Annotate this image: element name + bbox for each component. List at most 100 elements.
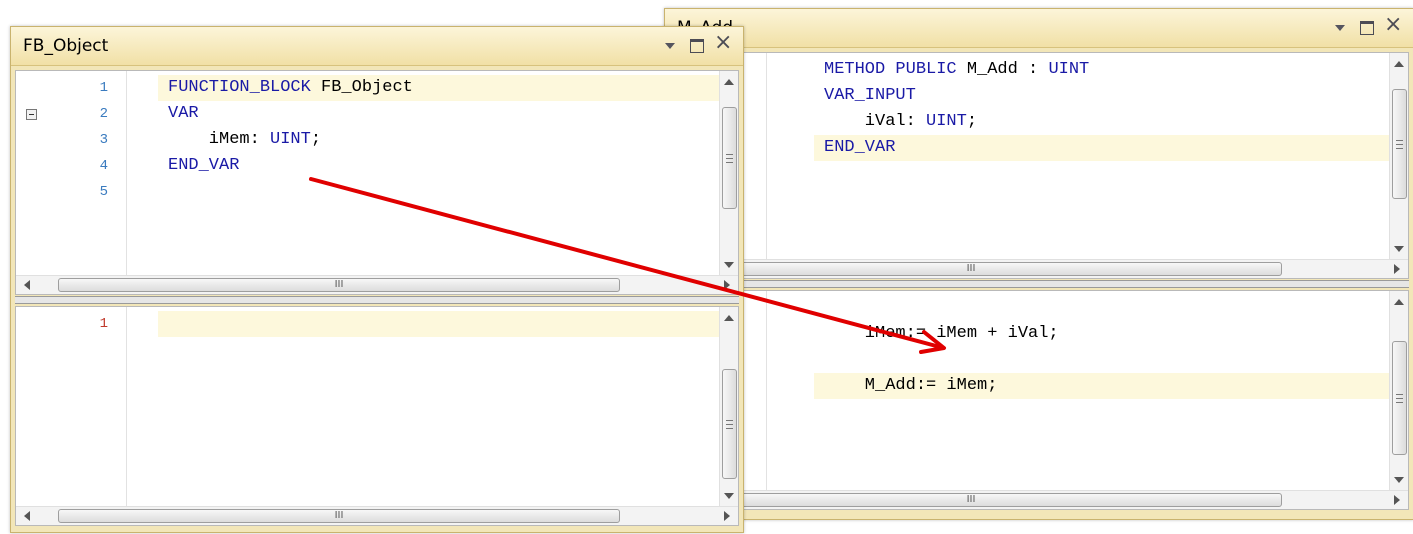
horizontal-scroll-thumb[interactable]: III	[670, 493, 1282, 507]
code-text: iMem:= iMem + iVal;	[824, 324, 1059, 343]
code-keyword: FUNCTION_BLOCK	[168, 78, 311, 97]
code-text: M_Add :	[956, 60, 1049, 79]
line-number: 1	[99, 80, 108, 96]
horizontal-scrollbar[interactable]: III	[670, 259, 1408, 278]
code-line[interactable]: END_VAR	[158, 153, 719, 179]
horizontal-scroll-thumb[interactable]: III	[58, 278, 620, 292]
line-number-gutter	[16, 307, 126, 507]
code-line[interactable]: METHOD PUBLIC M_Add : UINT	[814, 57, 1389, 83]
line-number: 5	[99, 184, 108, 200]
code-keyword: VAR	[168, 104, 199, 123]
code-line[interactable]	[158, 179, 719, 205]
vertical-scroll-thumb[interactable]	[1392, 341, 1407, 455]
scroll-right-arrow-icon[interactable]	[1394, 495, 1400, 505]
function-block-editor-title-bar[interactable]: FB_Object ×	[11, 27, 743, 66]
vertical-scrollbar[interactable]	[719, 71, 738, 276]
fold-collapse-icon[interactable]	[26, 109, 37, 120]
code-keyword: VAR_INPUT	[824, 86, 916, 105]
window-title: FB_Object	[23, 36, 109, 56]
implementation-editor[interactable]: 1 III	[15, 306, 739, 526]
vertical-scrollbar[interactable]	[1389, 53, 1408, 260]
vertical-scrollbar[interactable]	[1389, 291, 1408, 491]
scroll-grip	[1396, 148, 1403, 149]
code-line[interactable]: iVal: UINT;	[814, 109, 1389, 135]
code-keyword: END_VAR	[824, 138, 896, 157]
code-text: ;	[310, 130, 322, 149]
scroll-grip	[1396, 140, 1403, 141]
code-line[interactable]	[158, 311, 719, 337]
scroll-grip	[1396, 398, 1403, 399]
close-icon[interactable]: ×	[713, 32, 733, 55]
declaration-editor[interactable]: 1 FUNCTION_BLOCK FB_Object 2 VAR 3 iMem: UIN…	[15, 70, 739, 295]
code-text: ;	[966, 112, 978, 131]
vertical-scrollbar[interactable]	[719, 307, 738, 507]
implementation-editor[interactable]: 12 iMem:= iMem + iVal;34 M_Add:= iMem;II…	[669, 290, 1409, 510]
code-keyword: UINT	[270, 130, 311, 149]
scroll-grip	[726, 162, 733, 163]
line-number: 3	[99, 132, 108, 148]
scroll-grip	[726, 154, 733, 155]
scroll-grip	[726, 428, 733, 429]
code-line[interactable]	[814, 347, 1389, 373]
gutter-separator	[766, 291, 767, 491]
scroll-grip	[726, 158, 733, 159]
scroll-up-arrow-icon[interactable]	[1394, 299, 1404, 305]
function-block-editor-window: FB_Object × 1 FUNCTION_BLOCK FB_Object 2 VA…	[10, 26, 744, 533]
scroll-grip	[1396, 394, 1403, 395]
code-keyword: UINT	[926, 112, 967, 131]
scroll-grip	[1396, 402, 1403, 403]
vertical-scroll-thumb[interactable]	[1392, 89, 1407, 199]
code-line[interactable]: iMem: UINT;	[158, 127, 719, 153]
code-keyword: METHOD PUBLIC	[824, 60, 957, 79]
gutter-separator	[126, 307, 127, 507]
scroll-up-arrow-icon[interactable]	[724, 79, 734, 85]
code-keyword: UINT	[1048, 60, 1090, 79]
scroll-left-arrow-icon[interactable]	[24, 511, 30, 521]
code-line[interactable]: iMem:= iMem + iVal;	[814, 321, 1389, 347]
scroll-grip	[726, 424, 733, 425]
window-menu-dropdown-icon[interactable]	[1330, 17, 1350, 37]
scroll-down-arrow-icon[interactable]	[724, 262, 734, 268]
method-editor-window: M_Add × 1METHOD PUBLIC M_Add : UINT2VAR_…	[664, 8, 1413, 520]
declaration-editor[interactable]: 1METHOD PUBLIC M_Add : UINT2VAR_INPUT3 i…	[669, 52, 1409, 279]
code-text: iMem:	[168, 130, 271, 149]
horizontal-scroll-thumb[interactable]: III	[58, 509, 620, 523]
scroll-right-arrow-icon[interactable]	[1394, 264, 1400, 274]
maximize-icon[interactable]	[687, 35, 707, 55]
scroll-right-arrow-icon[interactable]	[724, 511, 730, 521]
code-line[interactable]: VAR	[158, 101, 719, 127]
scroll-up-arrow-icon[interactable]	[724, 315, 734, 321]
scroll-up-arrow-icon[interactable]	[1394, 61, 1404, 67]
scroll-grip	[726, 420, 733, 421]
horizontal-scrollbar[interactable]: III	[670, 490, 1408, 509]
editor-splitter[interactable]	[15, 296, 739, 304]
line-number: 4	[99, 158, 108, 174]
scroll-left-arrow-icon[interactable]	[24, 280, 30, 290]
line-number: 1	[99, 316, 108, 332]
code-line[interactable]: END_VAR	[814, 135, 1389, 161]
horizontal-scroll-thumb[interactable]: III	[670, 262, 1282, 276]
scroll-right-arrow-icon[interactable]	[724, 280, 730, 290]
close-icon[interactable]: ×	[1383, 14, 1403, 37]
window-menu-dropdown-icon[interactable]	[660, 35, 680, 55]
editor-splitter[interactable]	[669, 280, 1409, 288]
vertical-scroll-thumb[interactable]	[722, 107, 737, 209]
code-line[interactable]	[814, 295, 1389, 321]
code-keyword: END_VAR	[168, 156, 240, 175]
scroll-down-arrow-icon[interactable]	[1394, 477, 1404, 483]
code-text: M_Add:= iMem;	[824, 376, 998, 395]
scroll-grip	[1396, 144, 1403, 145]
code-text: iVal:	[824, 112, 927, 131]
scroll-down-arrow-icon[interactable]	[724, 493, 734, 499]
horizontal-scrollbar[interactable]: III	[16, 275, 738, 294]
horizontal-scrollbar[interactable]: III	[16, 506, 738, 525]
code-line[interactable]: M_Add:= iMem;	[814, 373, 1389, 399]
scroll-down-arrow-icon[interactable]	[1394, 246, 1404, 252]
gutter-separator	[126, 71, 127, 276]
code-line[interactable]: FUNCTION_BLOCK FB_Object	[158, 75, 719, 101]
method-editor-title-bar[interactable]: M_Add ×	[665, 9, 1413, 48]
gutter-separator	[766, 53, 767, 260]
code-line[interactable]: VAR_INPUT	[814, 83, 1389, 109]
vertical-scroll-thumb[interactable]	[722, 369, 737, 479]
maximize-icon[interactable]	[1357, 17, 1377, 37]
